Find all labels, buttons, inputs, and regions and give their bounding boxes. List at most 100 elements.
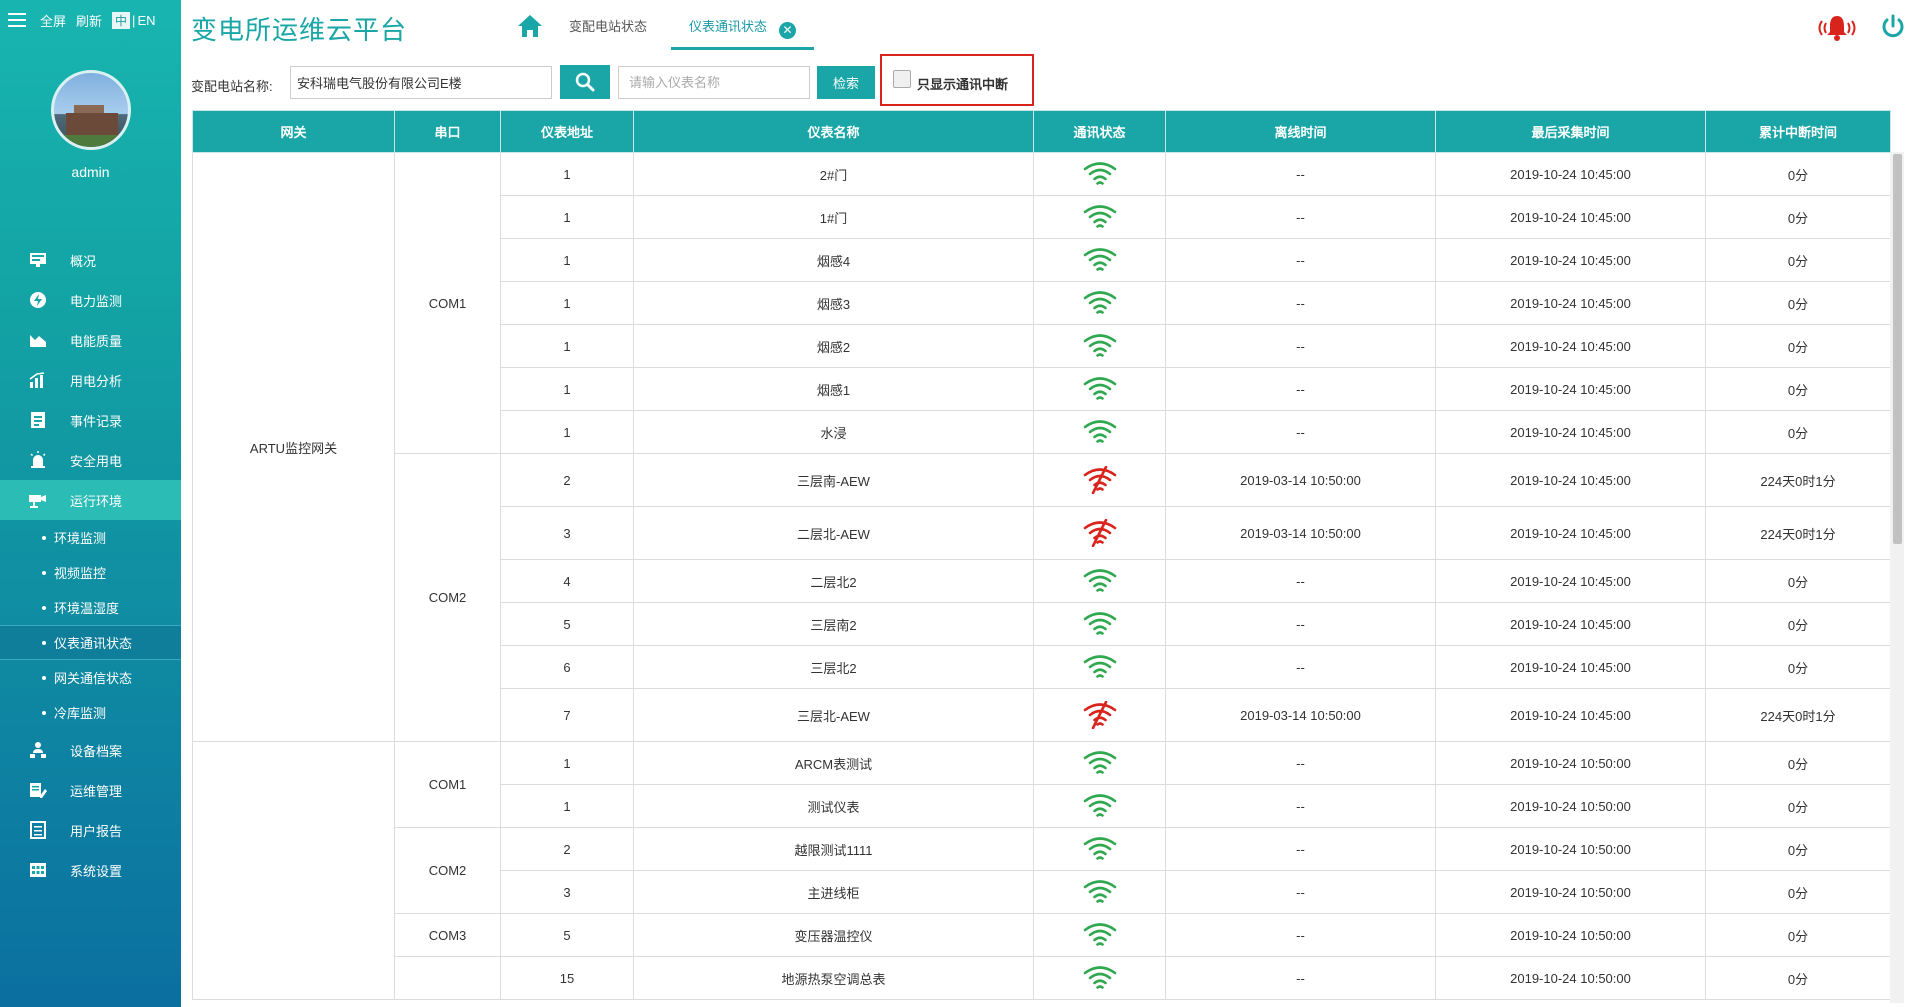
comm-status-cell bbox=[1033, 238, 1166, 282]
meter-address-cell: 1 bbox=[500, 195, 634, 239]
comm-status-cell bbox=[1033, 645, 1166, 689]
subnav-item[interactable]: 冷库监测 bbox=[0, 695, 181, 730]
port-cell: COM1 bbox=[394, 152, 501, 454]
nav-item[interactable]: 设备档案 bbox=[0, 730, 181, 770]
page-title: 变电所运维云平台 bbox=[191, 15, 408, 45]
subnav-item[interactable]: 环境监测 bbox=[0, 520, 181, 555]
total-interrupt-cell: 224天0时1分 bbox=[1705, 688, 1891, 742]
offline-time-cell: -- bbox=[1165, 410, 1436, 454]
total-interrupt-cell: 0分 bbox=[1705, 827, 1891, 871]
offline-time-cell: 2019-03-14 10:50:00 bbox=[1165, 688, 1436, 742]
table-row: 15 地源热泵空调总表 -- 2019-10-24 10:50:00 0分 bbox=[193, 956, 1891, 1000]
close-tab-icon[interactable]: ✕ bbox=[779, 22, 797, 39]
lang-en-button[interactable]: EN bbox=[137, 13, 155, 28]
last-collect-time-cell: 2019-10-24 10:50:00 bbox=[1435, 956, 1706, 1000]
refresh-button[interactable]: 刷新 bbox=[76, 11, 102, 30]
power-monitor-icon bbox=[28, 291, 48, 309]
station-search-button[interactable] bbox=[560, 65, 610, 99]
comm-status-cell bbox=[1033, 195, 1166, 239]
total-interrupt-cell: 0分 bbox=[1705, 741, 1891, 785]
org-chart-icon bbox=[28, 741, 48, 759]
filter-bar: 变配电站名称: 检索 只显示通讯中断 bbox=[181, 54, 1920, 106]
offline-time-cell: -- bbox=[1165, 956, 1436, 1000]
meter-address-cell: 2 bbox=[500, 453, 634, 507]
meter-address-cell: 1 bbox=[500, 152, 634, 196]
subnav-item[interactable]: 仪表通讯状态 bbox=[0, 625, 181, 660]
avatar[interactable] bbox=[50, 70, 131, 150]
port-cell: COM1 bbox=[394, 741, 501, 828]
offline-time-cell: -- bbox=[1165, 324, 1436, 368]
station-select[interactable] bbox=[290, 66, 552, 99]
last-collect-time-cell: 2019-10-24 10:50:00 bbox=[1435, 827, 1706, 871]
nav-item-label: 运维管理 bbox=[70, 783, 123, 799]
last-collect-time-cell: 2019-10-24 10:45:00 bbox=[1435, 410, 1706, 454]
nav-item[interactable]: 用户报告 bbox=[0, 810, 181, 850]
language-switch: 中 | EN bbox=[112, 11, 156, 29]
meter-name-cell: 主进线柜 bbox=[633, 870, 1034, 914]
total-interrupt-cell: 0分 bbox=[1705, 238, 1891, 282]
nav-item[interactable]: 运维管理 bbox=[0, 770, 181, 810]
meter-status-table-wrap: 网关 串口 仪表地址 仪表名称 通讯状态 离线时间 最后采集时间 累计中断时间 ARTU监控网… bbox=[192, 110, 1904, 1003]
offline-time-cell: -- bbox=[1165, 645, 1436, 689]
port-cell bbox=[394, 956, 501, 1000]
offline-time-cell: -- bbox=[1165, 559, 1436, 603]
home-icon[interactable] bbox=[517, 14, 543, 41]
last-collect-time-cell: 2019-10-24 10:50:00 bbox=[1435, 784, 1706, 828]
total-interrupt-cell: 0分 bbox=[1705, 645, 1891, 689]
power-icon[interactable] bbox=[1880, 14, 1906, 43]
nav-item[interactable]: 运行环境 bbox=[0, 480, 181, 520]
monitor-icon bbox=[28, 251, 48, 269]
lang-zh-button[interactable]: 中 bbox=[112, 11, 131, 29]
signal-broken-icon bbox=[1082, 466, 1118, 494]
table-scrollbar[interactable] bbox=[1890, 152, 1904, 1003]
last-collect-time-cell: 2019-10-24 10:50:00 bbox=[1435, 870, 1706, 914]
meter-name-cell: 二层北-AEW bbox=[633, 506, 1034, 560]
total-interrupt-cell: 0分 bbox=[1705, 956, 1891, 1000]
last-collect-time-cell: 2019-10-24 10:50:00 bbox=[1435, 913, 1706, 957]
meter-address-cell: 1 bbox=[500, 367, 634, 411]
nav-item[interactable]: 事件记录 bbox=[0, 400, 181, 440]
document-icon bbox=[28, 411, 48, 429]
query-button[interactable]: 检索 bbox=[817, 66, 875, 99]
table-row: COM3 5 变压器温控仪 -- 2019-10-24 10:50:00 0分 bbox=[193, 913, 1891, 957]
nav-item[interactable]: 用电分析 bbox=[0, 360, 181, 400]
only-offline-checkbox[interactable] bbox=[893, 70, 911, 88]
comm-status-cell bbox=[1033, 324, 1166, 368]
nav-item[interactable]: 电力监测 bbox=[0, 280, 181, 320]
comm-status-cell bbox=[1033, 827, 1166, 871]
meter-address-cell: 1 bbox=[500, 784, 634, 828]
camera-icon bbox=[28, 491, 48, 509]
subnav-item[interactable]: 视频监控 bbox=[0, 555, 181, 590]
meter-name-cell: 2#门 bbox=[633, 152, 1034, 196]
scrollbar-thumb[interactable] bbox=[1893, 154, 1902, 544]
comm-status-cell bbox=[1033, 506, 1166, 560]
alarm-bell-icon[interactable] bbox=[1814, 14, 1860, 45]
comm-status-cell bbox=[1033, 913, 1166, 957]
nav-item[interactable]: 电能质量 bbox=[0, 320, 181, 360]
nav-item[interactable]: 概况 bbox=[0, 240, 181, 280]
total-interrupt-cell: 0分 bbox=[1705, 195, 1891, 239]
total-interrupt-cell: 0分 bbox=[1705, 913, 1891, 957]
fullscreen-button[interactable]: 全屏 bbox=[40, 11, 66, 30]
tab-meter-comm-status[interactable]: 仪表通讯状态 ✕ bbox=[671, 16, 815, 50]
port-cell: COM3 bbox=[394, 913, 501, 957]
column-header: 最后采集时间 bbox=[1435, 110, 1706, 153]
column-header: 串口 bbox=[394, 110, 501, 153]
meter-name-cell: 地源热泵空调总表 bbox=[633, 956, 1034, 1000]
nav-item[interactable]: 系统设置 bbox=[0, 850, 181, 890]
comm-status-cell bbox=[1033, 281, 1166, 325]
subnav-item[interactable]: 环境温湿度 bbox=[0, 590, 181, 625]
meter-name-input[interactable] bbox=[618, 66, 810, 99]
column-header: 仪表名称 bbox=[633, 110, 1034, 153]
tab-station-status[interactable]: 变配电站状态 bbox=[569, 16, 647, 52]
nav-item[interactable]: 安全用电 bbox=[0, 440, 181, 480]
offline-time-cell: -- bbox=[1165, 913, 1436, 957]
offline-time-cell: -- bbox=[1165, 784, 1436, 828]
station-label: 变配电站名称: bbox=[191, 79, 273, 94]
meter-name-cell: 二层北2 bbox=[633, 559, 1034, 603]
only-offline-label[interactable]: 只显示通讯中断 bbox=[917, 74, 1008, 93]
last-collect-time-cell: 2019-10-24 10:45:00 bbox=[1435, 559, 1706, 603]
menu-icon[interactable] bbox=[8, 13, 26, 27]
subnav-item[interactable]: 网关通信状态 bbox=[0, 660, 181, 695]
last-collect-time-cell: 2019-10-24 10:45:00 bbox=[1435, 688, 1706, 742]
